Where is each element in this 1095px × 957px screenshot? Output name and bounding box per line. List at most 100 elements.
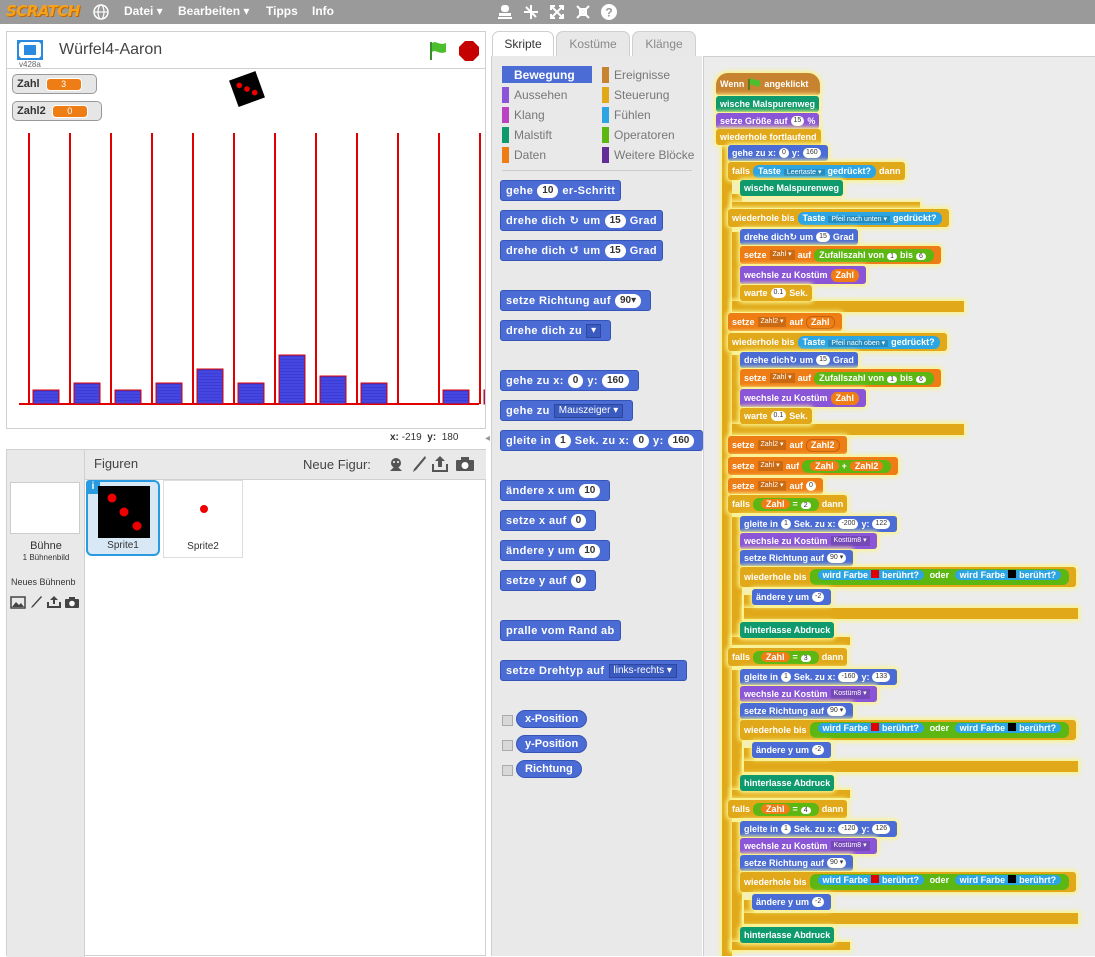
color-swatch-red[interactable]	[871, 723, 880, 731]
block-add[interactable]: Zahl + Zahl2	[802, 459, 892, 473]
tab-sounds[interactable]: Klänge	[632, 31, 696, 56]
backdrop-camera-icon[interactable]	[64, 596, 80, 609]
backdrop-upload-icon[interactable]	[46, 595, 62, 609]
category-sensing[interactable]: Fühlen	[602, 106, 651, 123]
block-move-steps[interactable]: gehe 10 er-Schritt	[500, 180, 622, 201]
block-set-var[interactable]: setze Zahl2 ▾ auf Zahl	[728, 313, 842, 331]
category-control[interactable]: Steuerung	[602, 86, 669, 103]
block-turn[interactable]: drehe dich ↻ um 15 Grad	[740, 352, 858, 368]
block-input[interactable]: 0	[570, 513, 587, 528]
block-sensing-key[interactable]: Taste Pfeil nach oben ▾ gedrückt?	[797, 335, 940, 349]
block-random[interactable]: Zufallszahl von 1 bis 6	[814, 248, 934, 262]
block-if-equals[interactable]: falls Zahl = 2 dann	[728, 495, 848, 513]
stop-sign-icon[interactable]	[458, 40, 480, 62]
block-random[interactable]: Zufallszahl von 1 bis 6	[814, 371, 934, 385]
tab-costumes[interactable]: Kostüme	[556, 31, 630, 56]
block-set-x[interactable]: setze x auf 0	[500, 510, 597, 531]
block-if-key[interactable]: falls Taste Leertaste ▾ gedrückt? dann	[728, 162, 905, 180]
block-set-var[interactable]: setze Zahl2 ▾ auf 0	[728, 478, 823, 494]
block-input[interactable]: 3	[800, 654, 811, 662]
block-input[interactable]: 6	[916, 252, 926, 260]
green-flag-icon[interactable]	[427, 40, 449, 62]
block-input[interactable]: 160	[667, 433, 695, 448]
category-operators[interactable]: Operatoren	[602, 126, 675, 143]
sprite-library-icon[interactable]	[387, 455, 405, 473]
block-clear[interactable]: wische Malspurenweg	[740, 180, 844, 196]
block-if-equals[interactable]: falls Zahl = 4 dann	[728, 800, 848, 818]
block-turn-left[interactable]: drehe dich ↺ um 15 Grad	[500, 240, 663, 261]
block-switch-costume[interactable]: wechsle zu Kostüm Kostüm8 ▾	[740, 533, 877, 549]
block-glide[interactable]: gleite in 1 Sek. zu x: -120 y: 126	[740, 821, 898, 837]
block-input[interactable]: 4	[800, 806, 811, 814]
block-input[interactable]: 0.1	[770, 411, 787, 421]
block-dropdown[interactable]: Kostüm8 ▾	[830, 536, 870, 546]
block-input[interactable]: 6	[916, 375, 926, 383]
block-glide[interactable]: gleite in 1 Sek. zu x: 0 y: 160	[500, 430, 703, 451]
script-area[interactable]: Wenn angeklickt wische Malspurenweg setz…	[703, 56, 1095, 956]
stage[interactable]: Zahl 3 Zahl2 0	[6, 68, 486, 429]
block-goto-xy[interactable]: gehe zu x: 0 y: 160	[728, 145, 828, 161]
block-input[interactable]: 0	[805, 481, 816, 491]
block-switch-costume[interactable]: wechsle zu Kostüm Kostüm8 ▾	[740, 686, 877, 702]
block-input[interactable]: 0	[633, 433, 650, 448]
block-glide[interactable]: gleite in 1 Sek. zu x: -200 y: 122	[740, 516, 898, 532]
block-variable-reporter[interactable]: Zahl	[761, 498, 790, 509]
block-change-y[interactable]: ändere y um -2	[752, 589, 832, 605]
block-point-direction[interactable]: setze Richtung auf 90 ▾	[740, 703, 854, 719]
block-point-direction[interactable]: setze Richtung auf 90 ▾	[740, 855, 854, 871]
block-or[interactable]: wird Farbe berührt? oder wird Farbe berühr…	[809, 874, 1070, 890]
block-input[interactable]: 1	[781, 519, 791, 529]
block-change-y[interactable]: ändere y um -2	[752, 742, 832, 758]
block-dropdown[interactable]: Leertaste ▾	[783, 168, 825, 176]
color-swatch-red[interactable]	[871, 875, 880, 883]
block-sensing-key[interactable]: Taste Leertaste ▾ gedrückt?	[753, 164, 877, 178]
category-looks[interactable]: Aussehen	[502, 86, 567, 103]
block-repeat-until[interactable]: wiederhole bis wird Farbe berührt? oder w…	[740, 720, 1077, 740]
category-pen[interactable]: Malstift	[502, 126, 552, 143]
block-repeat-until[interactable]: wiederhole bis wird Farbe berührt? oder w…	[740, 567, 1077, 587]
block-input[interactable]: 15	[604, 243, 626, 258]
block-set-var[interactable]: setze Zahl ▾ auf Zufallszahl von 1 bis 6	[740, 369, 941, 387]
help-icon[interactable]: ?	[600, 3, 618, 21]
block-input[interactable]: 160	[802, 148, 821, 158]
block-dropdown[interactable]: Zahl2 ▾	[757, 317, 787, 327]
block-dropdown[interactable]: 90▾	[615, 293, 642, 308]
block-touching-color[interactable]: wird Farbe berührt?	[817, 723, 925, 733]
block-dropdown[interactable]: Zahl2 ▾	[757, 481, 787, 491]
block-if-equals[interactable]: falls Zahl = 3 dann	[728, 648, 848, 666]
block-input[interactable]: 0	[570, 573, 587, 588]
tab-scripts[interactable]: Skripte	[492, 31, 554, 58]
category-events[interactable]: Ereignisse	[602, 66, 670, 83]
block-goto[interactable]: gehe zu Mauszeiger ▾	[500, 400, 634, 421]
block-variable-reporter[interactable]: Zahl2	[849, 460, 884, 471]
block-set-var[interactable]: setze Zahl ▾ auf Zufallszahl von 1 bis 6	[740, 246, 941, 264]
block-touching-color[interactable]: wird Farbe berührt?	[817, 875, 925, 885]
block-input[interactable]: 15	[604, 213, 626, 228]
category-data[interactable]: Daten	[502, 146, 546, 163]
block-equals[interactable]: Zahl = 4	[753, 802, 819, 816]
block-point-direction[interactable]: setze Richtung auf 90 ▾	[740, 550, 854, 566]
block-set-var[interactable]: setze Zahl ▾ auf Zahl + Zahl2	[728, 457, 899, 475]
block-dropdown[interactable]: Zahl ▾	[757, 461, 783, 471]
backdrop-paint-icon[interactable]	[29, 595, 43, 609]
block-touching-color[interactable]: wird Farbe berührt?	[817, 570, 925, 580]
block-touching-color[interactable]: wird Farbe berührt?	[954, 723, 1062, 733]
block-input[interactable]: 15	[790, 116, 805, 126]
block-variable-reporter[interactable]: Zahl2	[805, 438, 840, 452]
delete-scissors-icon[interactable]	[522, 3, 540, 21]
block-input[interactable]: 126	[872, 824, 891, 834]
block-clear[interactable]: wische Malspurenweg	[716, 96, 820, 112]
menu-info[interactable]: Info	[312, 4, 334, 18]
block-when-flag-clicked[interactable]: Wenn angeklickt	[716, 73, 820, 95]
color-swatch-black[interactable]	[1008, 723, 1017, 731]
checkbox-y-position[interactable]	[502, 740, 513, 751]
block-input[interactable]: 122	[872, 519, 891, 529]
block-input[interactable]: -2	[812, 745, 825, 755]
block-dropdown[interactable]: ▾	[586, 323, 602, 338]
block-input[interactable]: 0	[567, 373, 584, 388]
block-touching-color[interactable]: wird Farbe berührt?	[954, 875, 1062, 885]
block-stamp[interactable]: hinterlasse Abdruck	[740, 622, 835, 638]
block-input[interactable]: -200	[838, 519, 859, 529]
sprite-tile-sprite2[interactable]: Sprite2	[163, 480, 243, 558]
block-change-x[interactable]: ändere x um 10	[500, 480, 611, 501]
